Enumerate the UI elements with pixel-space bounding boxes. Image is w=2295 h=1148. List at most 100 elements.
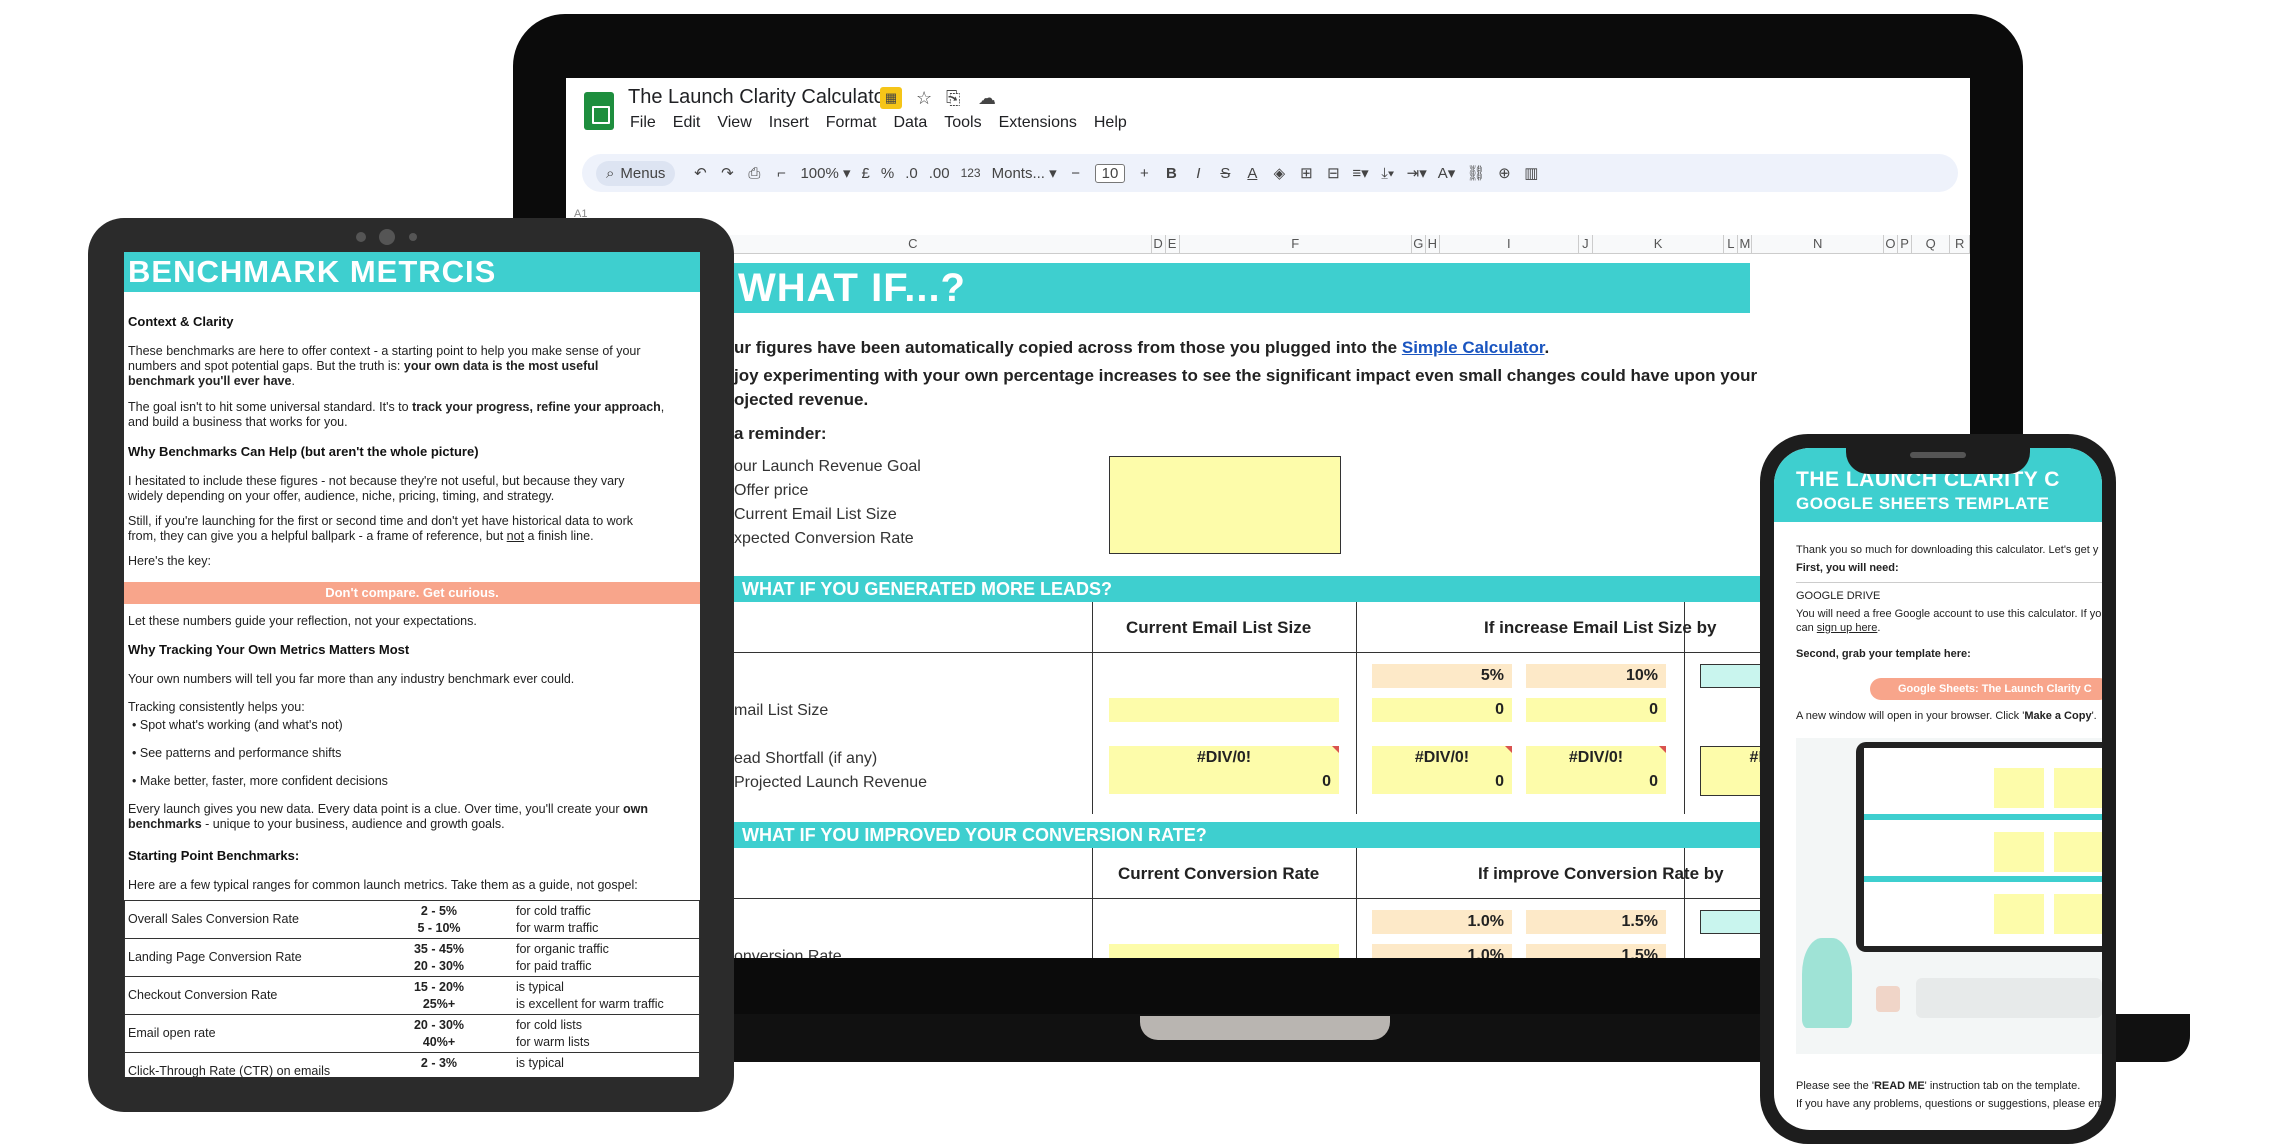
text-wrap-icon[interactable]: ⇥▾ xyxy=(1407,164,1427,182)
zoom-select[interactable]: 100% ▾ xyxy=(800,164,850,182)
context-line-3-bold: benchmark you'll ever have xyxy=(128,374,292,388)
still-line-1: Still, if you're launching for the first… xyxy=(128,514,634,528)
reminder-values-box[interactable] xyxy=(1109,456,1341,554)
comment-icon[interactable]: ⊕ xyxy=(1496,164,1512,182)
menu-edit[interactable]: Edit xyxy=(673,114,701,132)
strikethrough-button[interactable]: S xyxy=(1217,165,1233,182)
menu-insert[interactable]: Insert xyxy=(769,114,809,132)
col-header-e[interactable]: E xyxy=(1166,235,1180,253)
phone-template-button[interactable]: Google Sheets: The Launch Clarity C xyxy=(1870,678,2102,700)
conversion-pct-1[interactable]: 1.0% xyxy=(1372,910,1512,934)
move-folder-icon[interactable]: ⎘ xyxy=(946,88,960,109)
sheets-logo-icon[interactable] xyxy=(584,92,614,130)
phone-signup-link[interactable]: sign up here xyxy=(1817,622,1878,634)
col-header-q[interactable]: Q xyxy=(1912,235,1951,253)
conversion-current-cell[interactable] xyxy=(1109,944,1339,958)
menu-data[interactable]: Data xyxy=(893,114,927,132)
conversion-rate-2[interactable]: 1.5% xyxy=(1526,944,1666,958)
leads-list-10[interactable]: 0 xyxy=(1526,698,1666,722)
redo-icon[interactable]: ↷ xyxy=(719,164,735,182)
conversion-rate-1[interactable]: 1.0% xyxy=(1372,944,1512,958)
col-header-i[interactable]: I xyxy=(1440,235,1579,253)
leads-error-flag-2 xyxy=(1505,746,1512,753)
merge-cells-icon[interactable]: ⊟ xyxy=(1325,164,1341,182)
font-size-increase-icon[interactable]: + xyxy=(1136,165,1152,182)
decrease-decimal-button[interactable]: .0 xyxy=(905,165,918,182)
still-line-2-not: not xyxy=(506,529,525,543)
intro-line-3: ojected revenue. xyxy=(734,390,869,409)
undo-icon[interactable]: ↶ xyxy=(692,164,708,182)
cloud-status-icon[interactable]: ☁ xyxy=(978,88,996,109)
italic-button[interactable]: I xyxy=(1190,165,1206,182)
intro-text: ur figures have been automatically copie… xyxy=(734,338,1402,357)
text-color-button[interactable]: A xyxy=(1244,165,1260,182)
paint-format-icon[interactable]: ⌐ xyxy=(773,165,789,182)
bullet-1-text: Spot what's working (and what's not) xyxy=(139,718,343,732)
percent-button[interactable]: % xyxy=(881,165,894,182)
font-select[interactable]: Monts... ▾ xyxy=(992,164,1057,182)
leads-pct-1[interactable]: 5% xyxy=(1372,664,1512,688)
conversion-col-current: Current Conversion Rate xyxy=(1118,864,1320,883)
col-header-f[interactable]: F xyxy=(1180,235,1412,253)
menu-format[interactable]: Format xyxy=(826,114,877,132)
conversion-pct-2[interactable]: 1.5% xyxy=(1526,910,1666,934)
col-header-d[interactable]: D xyxy=(1152,235,1166,253)
star-icon[interactable]: ☆ xyxy=(916,88,932,109)
leads-current-list-cell[interactable] xyxy=(1109,698,1339,722)
table-row: Click-Through Rate (CTR) on emails 2 - 3… xyxy=(124,1053,700,1077)
menus-search[interactable]: ⌕ Menus xyxy=(596,160,676,186)
leads-list-5[interactable]: 0 xyxy=(1372,698,1512,722)
sheet-badge-icon[interactable]: ▦ xyxy=(880,87,902,109)
doc-title[interactable]: The Launch Clarity Calculator xyxy=(628,86,891,109)
preview-yellow-3 xyxy=(1994,832,2044,872)
align-left-icon[interactable]: ≡▾ xyxy=(1352,164,1368,182)
col-header-p[interactable]: P xyxy=(1898,235,1913,253)
chart-icon[interactable]: ▥ xyxy=(1523,164,1539,182)
col-header-l[interactable]: L xyxy=(1724,235,1739,253)
menu-tools[interactable]: Tools xyxy=(944,114,981,132)
col-header-o[interactable]: O xyxy=(1884,235,1899,253)
currency-button[interactable]: £ xyxy=(862,165,870,182)
context-heading: Context & Clarity xyxy=(128,314,234,329)
vertical-align-icon[interactable]: ⤓▾ xyxy=(1380,165,1396,182)
menu-view[interactable]: View xyxy=(717,114,751,132)
number-format-button[interactable]: 123 xyxy=(961,166,981,180)
leads-pct-2[interactable]: 10% xyxy=(1526,664,1666,688)
font-size-input[interactable]: 10 xyxy=(1094,163,1126,183)
every-launch-text: Every launch gives you new data. Every d… xyxy=(128,802,623,816)
why-heading: Why Benchmarks Can Help (but aren't the … xyxy=(128,444,479,459)
col-header-k[interactable]: K xyxy=(1593,235,1725,253)
hesitated-para: I hesitated to include these figures - n… xyxy=(128,474,696,504)
col-header-n[interactable]: N xyxy=(1752,235,1884,253)
still-para: Still, if you're launching for the first… xyxy=(128,514,696,544)
phone-divider xyxy=(1796,582,2102,583)
col-header-c[interactable]: C xyxy=(675,235,1152,253)
fill-color-icon[interactable]: ◈ xyxy=(1271,164,1287,182)
link-icon[interactable]: ⛓ xyxy=(1466,164,1485,182)
increase-decimal-button[interactable]: .00 xyxy=(929,165,950,182)
leads-col-current: Current Email List Size xyxy=(1126,618,1312,637)
print-icon[interactable]: ⎙ xyxy=(746,165,762,182)
text-rotation-icon[interactable]: A▾ xyxy=(1438,164,1456,182)
col-header-m[interactable]: M xyxy=(1738,235,1753,253)
borders-icon[interactable]: ⊞ xyxy=(1298,164,1314,182)
col-header-j[interactable]: J xyxy=(1579,235,1593,253)
font-size-decrease-icon[interactable]: − xyxy=(1068,165,1084,182)
col-header-h[interactable]: H xyxy=(1426,235,1440,253)
phone-signup-line: can sign up here. xyxy=(1796,622,1880,634)
menu-extensions[interactable]: Extensions xyxy=(999,114,1077,132)
col-header-g[interactable]: G xyxy=(1412,235,1426,253)
menu-help[interactable]: Help xyxy=(1094,114,1127,132)
menu-file[interactable]: File xyxy=(630,114,656,132)
col-header-r[interactable]: R xyxy=(1950,235,1970,253)
laptop-notch xyxy=(1140,1016,1390,1040)
tablet-screen: BENCHMARK METRCIS Context & Clarity Thes… xyxy=(124,252,700,1077)
phone-signup-post: . xyxy=(1877,622,1881,634)
simple-calculator-link[interactable]: Simple Calculator xyxy=(1402,338,1545,357)
bold-button[interactable]: B xyxy=(1163,165,1179,182)
font-value: Monts... xyxy=(991,165,1045,182)
leads-divider-1 xyxy=(1092,602,1093,814)
guide-line: Let these numbers guide your reflection,… xyxy=(128,614,477,628)
hesitated-line-1: I hesitated to include these figures - n… xyxy=(128,474,625,488)
search-icon: ⌕ xyxy=(606,164,615,182)
